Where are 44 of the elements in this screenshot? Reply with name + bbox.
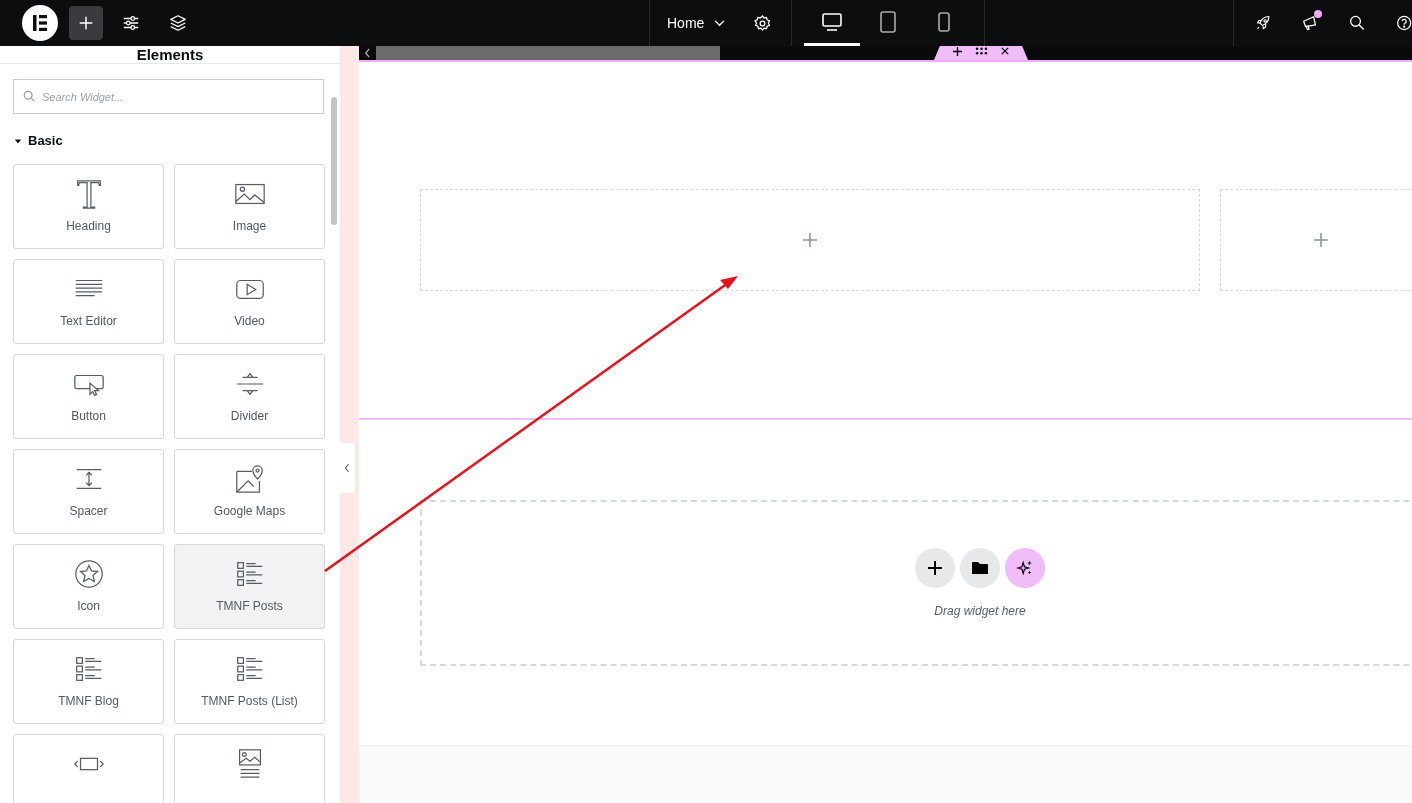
folder-icon xyxy=(972,560,988,575)
chevron-left-icon[interactable] xyxy=(364,48,371,58)
drag-handle-icon[interactable] xyxy=(975,47,988,55)
settings-sliders-icon[interactable] xyxy=(122,14,140,32)
logo-icon[interactable] xyxy=(22,5,58,41)
widget-card[interactable]: Icon xyxy=(13,544,164,629)
chevron-down-icon[interactable] xyxy=(714,19,726,27)
close-icon[interactable] xyxy=(1001,47,1009,55)
widget-card[interactable]: TMNF Posts (List) xyxy=(174,639,325,724)
phone-icon xyxy=(937,10,951,33)
widget-card[interactable]: Spacer xyxy=(13,449,164,534)
widget-card[interactable]: Divider xyxy=(174,354,325,439)
widget-card[interactable]: Heading xyxy=(13,164,164,249)
search-field[interactable]: Search Widget... xyxy=(13,79,324,114)
ai-button[interactable] xyxy=(1005,547,1045,588)
sparkle-icon xyxy=(1016,558,1034,577)
plus-icon xyxy=(928,560,942,575)
chevron-left-icon xyxy=(344,463,350,473)
tablet-icon xyxy=(879,9,897,34)
page-menu[interactable]: Home xyxy=(667,15,705,31)
widget-card[interactable]: TMNF Blog xyxy=(13,639,164,724)
template-library-button[interactable] xyxy=(960,547,1000,588)
widget-card[interactable]: TMNF Posts xyxy=(174,544,325,629)
category-label[interactable]: Basic xyxy=(28,133,63,148)
help-icon[interactable] xyxy=(1395,14,1412,32)
settings-icon[interactable] xyxy=(753,13,773,33)
widget-card[interactable]: Image xyxy=(174,164,325,249)
drop-hint: Drag widget here xyxy=(934,603,1026,618)
drop-zone[interactable]: Drag widget here xyxy=(420,499,1412,666)
add-section-button[interactable] xyxy=(915,547,955,588)
section-handle[interactable] xyxy=(934,46,1028,60)
widget-card[interactable]: Video xyxy=(174,259,325,344)
panel-title: Elements xyxy=(136,46,204,63)
search-icon[interactable] xyxy=(1349,14,1366,32)
add-element-button[interactable] xyxy=(69,6,103,40)
widget-card[interactable]: Text Editor xyxy=(13,259,164,344)
add-icon[interactable] xyxy=(953,46,962,56)
caret-icon[interactable] xyxy=(14,136,22,145)
widget-card[interactable]: Button xyxy=(13,354,164,439)
plus-icon xyxy=(77,14,95,32)
desktop-icon xyxy=(821,11,843,32)
rocket-icon[interactable] xyxy=(1255,14,1272,32)
widget-card[interactable]: Google Maps xyxy=(174,449,325,534)
layers-icon[interactable] xyxy=(169,14,187,32)
